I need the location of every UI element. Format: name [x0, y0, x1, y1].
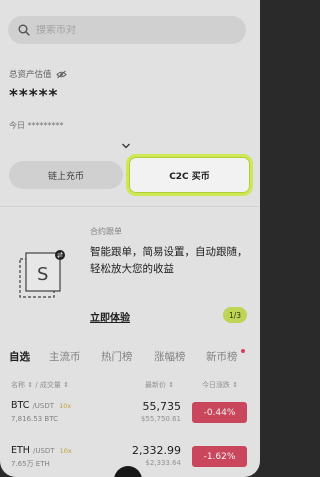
pair-name: ETH /USDT 10x [11, 445, 72, 456]
tab-favorites[interactable]: 自选 [9, 349, 30, 364]
quote-symbol: /USDT [32, 447, 55, 455]
promo-title: 智能跟单，简易设置，自动跟随，轻松放大您的收益 [90, 246, 248, 275]
price-usd: $55,750.61 [140, 415, 181, 423]
volume: 7,816.53 BTC [11, 415, 58, 423]
quote-symbol: /USDT [32, 402, 55, 410]
new-badge-dot [241, 349, 245, 353]
tab-hot[interactable]: 热门榜 [101, 349, 133, 364]
tab-mainstream[interactable]: 主流币 [49, 349, 81, 364]
change-badge[interactable]: -1.62% [192, 446, 247, 467]
market-tabs: 自选 主流币 热门榜 涨幅榜 新币榜 [9, 349, 254, 365]
chevron-down-icon[interactable] [121, 142, 131, 150]
total-assets-label: 总资产估值 [9, 68, 67, 80]
tab-gainers[interactable]: 涨幅榜 [154, 349, 186, 364]
promo-category: 合约跟单 [90, 227, 122, 236]
search-icon [18, 24, 30, 36]
price-usd: $2,333.64 [145, 459, 181, 467]
carousel-page-indicator: 1/3 [223, 307, 247, 323]
volume: 7.65万 ETH [11, 460, 50, 468]
search-input[interactable] [36, 24, 226, 36]
column-name-volume[interactable]: 名称 ⇕ / 成交量 ⇕ [11, 380, 69, 390]
search-bar[interactable] [8, 16, 246, 44]
leverage-badge: 10x [59, 402, 72, 410]
pair-name: BTC /USDT 10x [11, 400, 71, 411]
latest-price: 55,735 [142, 400, 182, 413]
c2c-buy-button[interactable]: C2C 买币 [126, 154, 253, 196]
app-screen: 总资产估值 ***** 今日 ********* 链上充币 C2C 买币 S 合… [0, 0, 260, 477]
base-symbol: BTC [11, 400, 30, 411]
column-daily-change[interactable]: 今日涨跌 ⇕ [202, 380, 238, 390]
section-divider [0, 206, 260, 207]
copy-trading-icon: S [19, 250, 65, 298]
latest-price: 2,332.99 [132, 444, 181, 457]
tab-new-coins[interactable]: 新币榜 [206, 349, 238, 364]
total-assets-value: ***** [9, 86, 59, 106]
today-pnl: 今日 ********* [9, 121, 64, 130]
market-row-btc[interactable]: BTC /USDT 10x 7,816.53 BTC 55,735 $55,75… [0, 397, 260, 437]
change-badge[interactable]: -0.44% [192, 402, 247, 423]
column-latest-price[interactable]: 最新价 ⇕ [145, 380, 174, 390]
leverage-badge: 10x [59, 447, 72, 455]
base-symbol: ETH [11, 445, 30, 456]
eye-hidden-icon[interactable] [55, 70, 67, 79]
try-now-link[interactable]: 立即体验 [90, 309, 130, 324]
onchain-deposit-button[interactable]: 链上充币 [9, 161, 123, 189]
svg-text:S: S [37, 264, 48, 285]
total-assets-text: 总资产估值 [9, 70, 52, 80]
